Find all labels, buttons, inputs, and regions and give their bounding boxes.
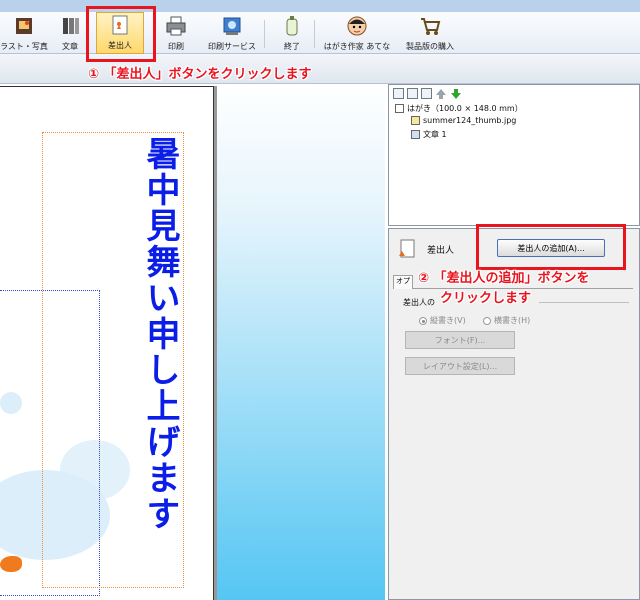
text-icon — [59, 15, 81, 37]
layer-tree-panel: はがき（100.0 × 148.0 mm） summer124_thumb.jp… — [388, 84, 640, 226]
toolbar-button-illustration[interactable]: ラスト・写真 — [0, 12, 48, 54]
tree-toolbar — [393, 88, 462, 100]
exit-icon — [281, 15, 303, 37]
text-frame-icon — [411, 130, 420, 139]
layout-settings-button[interactable]: レイアウト設定(L)... — [405, 357, 515, 375]
tree-item-text[interactable]: 文章 1 — [411, 129, 447, 140]
card-vertical-text[interactable]: 暑中見舞い申し上げます — [140, 136, 180, 536]
radio-dot — [483, 316, 491, 325]
tree-root[interactable]: はがき（100.0 × 148.0 mm） — [395, 103, 523, 114]
cart-icon — [419, 15, 441, 37]
print-service-icon — [221, 15, 243, 37]
text-tool-icon[interactable] — [407, 88, 418, 99]
toolbar-separator — [264, 20, 265, 48]
radio-horizontal[interactable]: 横書き(H) — [483, 315, 530, 326]
frame-tool-icon[interactable] — [421, 88, 432, 99]
printer-icon — [165, 15, 187, 37]
highlight-sender-button — [86, 6, 156, 62]
group-divider — [539, 302, 629, 303]
tree-item-image[interactable]: summer124_thumb.jpg — [411, 116, 516, 125]
callout-step1: ① 「差出人」ボタンをクリックします — [88, 67, 312, 82]
highlight-add-sender-button — [476, 224, 626, 270]
sender-icon — [397, 239, 417, 259]
toolbar-button-exit[interactable]: 終了 — [274, 12, 310, 54]
toolbar-button-print[interactable]: 印刷 — [158, 12, 194, 54]
move-down-icon[interactable] — [450, 88, 462, 100]
illustration-photo-icon — [13, 15, 35, 37]
hagaki-address-icon — [346, 15, 368, 37]
toolbar-button-purchase[interactable]: 製品版の購入 — [400, 12, 460, 54]
callout-step2-line1: ② 「差出人の追加」ボタンを — [418, 271, 590, 286]
toolbar-button-hagaki-address[interactable]: はがき作家 あてな — [318, 12, 396, 54]
image-icon — [411, 116, 420, 125]
toolbar-button-print-service[interactable]: 印刷サービス — [202, 12, 262, 54]
sender-panel-header: 差出人 — [397, 239, 454, 259]
toolbar-separator — [314, 20, 315, 48]
image-tool-icon[interactable] — [393, 88, 404, 99]
group-label: 差出人の — [403, 298, 435, 307]
callout-step2-line2: クリックします — [440, 291, 532, 306]
radio-vertical[interactable]: 縦書き(V) — [419, 315, 466, 326]
postcard-icon — [395, 104, 404, 113]
tab-options[interactable]: オプ — [393, 275, 413, 289]
font-button[interactable]: フォント(F)... — [405, 331, 515, 349]
move-up-icon[interactable] — [435, 88, 447, 100]
radio-dot — [419, 316, 427, 325]
toolbar-button-text[interactable]: 文章 — [52, 12, 88, 54]
